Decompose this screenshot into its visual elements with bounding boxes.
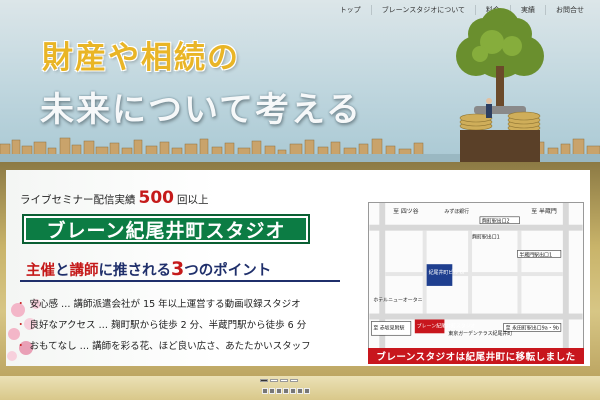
map-label-hotel: ホテルニューオータニ [373, 297, 422, 304]
point-host: 主催 [26, 263, 55, 279]
point-tail: つのポイント [184, 263, 272, 279]
access-map: 至 四ツ谷 至 半蔵門 みずほ銀行 麹町駅出口2 半蔵門駅出口1 紀尾井町ビル … [368, 202, 584, 356]
heading-underline [20, 280, 340, 282]
nav-item-top[interactable]: トップ [330, 5, 371, 15]
slide-indicator[interactable] [280, 379, 288, 382]
point-rest: に推される [98, 263, 172, 279]
hero-title-line-2: 未来について考える [40, 90, 362, 130]
relocation-notice: ブレーンスタジオは紀尾井町に移転しました [368, 348, 584, 364]
slide-thumb[interactable] [269, 388, 275, 394]
slide-thumb[interactable] [283, 388, 289, 394]
map-label-studio-box: ブレーン紀尾井町スタジオ [417, 322, 476, 329]
money-tree-illustration [456, 8, 544, 162]
map-label-yotsuya: 至 四ツ谷 [393, 207, 419, 215]
slide-thumbnails [262, 388, 310, 394]
map-label-akasaka: 至 赤坂見附駅 [373, 324, 404, 331]
promo-text-panel: ライブセミナー配信実績 500 回以上 ブレーン紀尾井町スタジオ 主催と講師に推され… [6, 170, 358, 366]
map-label-garden: 東京ガーデンテラス紀尾井町 [448, 330, 512, 337]
slide-indicators [260, 379, 298, 382]
map-label-nagatacho: 至 永田町駅出口9a・9b [506, 324, 559, 331]
slide-thumb[interactable] [290, 388, 296, 394]
point-number: 3 [171, 258, 185, 280]
list-item: ・良好なアクセス … 麹町駅から徒歩 2 分、半蔵門駅から徒歩 6 分 [16, 315, 352, 336]
hero-title-line-1: 財産や相続の [42, 40, 240, 76]
point-and: と [55, 263, 70, 279]
slide-indicator[interactable] [260, 379, 268, 382]
studio-promo-banner[interactable]: ライブセミナー配信実績 500 回以上 ブレーン紀尾井町スタジオ 主催と講師に推され… [6, 170, 590, 366]
slide-thumb[interactable] [276, 388, 282, 394]
slide-indicator[interactable] [270, 379, 278, 382]
live-count: 500 [138, 188, 175, 208]
map-label-kojimachi-1: 麹町駅出口1 [472, 234, 500, 241]
three-points-heading: 主催と講師に推される3つのポイント [26, 258, 271, 280]
slider-controls [0, 376, 600, 400]
live-suffix: 回以上 [177, 194, 209, 206]
bullet-text: おもてなし … 講師を彩る花、ほど良い広さ、あたたかいスタッフ [29, 341, 311, 352]
hero-banner: トップ ブレーンスタジオについて 料金 実績 お問合せ 財産や相続の 未来につい… [0, 0, 600, 162]
points-list: ・安心感 … 講師派遣会社が 15 年以上運営する動画収録スタジオ ・良好なアク… [16, 294, 352, 357]
map-label-mizuho: みずほ銀行 [444, 208, 469, 215]
point-lecturer: 講師 [69, 263, 99, 279]
slide-thumb[interactable] [297, 388, 303, 394]
list-item: ・おもてなし … 講師を彩る花、ほど良い広さ、あたたかいスタッフ [16, 336, 352, 357]
slide-thumb[interactable] [262, 388, 268, 394]
bullet-text: 安心感 … 講師派遣会社が 15 年以上運営する動画収録スタジオ [29, 299, 301, 310]
studio-name: ブレーン紀尾井町スタジオ [46, 219, 286, 242]
bullet-text: 良好なアクセス … 麹町駅から徒歩 2 分、半蔵門駅から徒歩 6 分 [29, 320, 307, 331]
studio-name-box: ブレーン紀尾井町スタジオ [22, 214, 310, 244]
live-prefix: ライブセミナー配信実績 [20, 194, 136, 206]
live-seminar-record: ライブセミナー配信実績 500 回以上 [20, 188, 209, 208]
slide-thumb[interactable] [304, 388, 310, 394]
map-label-hanzomon: 至 半蔵門 [531, 207, 557, 215]
map-label-studio: 紀尾井町ビル 6F [429, 269, 466, 276]
list-item: ・安心感 … 講師派遣会社が 15 年以上運営する動画収録スタジオ [16, 294, 352, 315]
slider-controls-bg [0, 376, 600, 400]
slide-indicator[interactable] [290, 379, 298, 382]
map-label-hanzomon-1: 半蔵門駅出口1 [519, 251, 552, 258]
map-label-kojimachi-2: 麹町駅出口2 [482, 218, 510, 225]
promo-section: ライブセミナー配信実績 500 回以上 ブレーン紀尾井町スタジオ 主催と講師に推され… [0, 162, 600, 376]
